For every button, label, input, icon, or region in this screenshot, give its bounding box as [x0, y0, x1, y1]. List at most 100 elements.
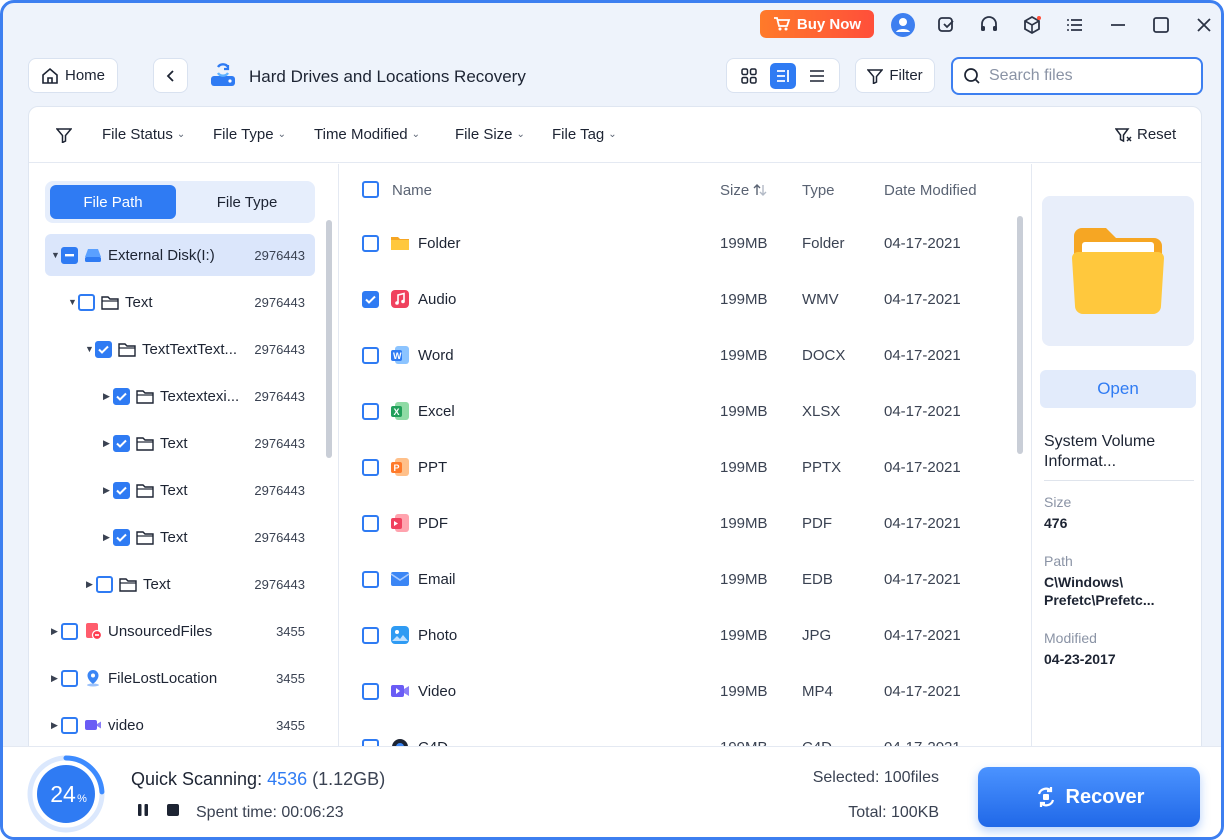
table-row[interactable]: P PPT 199MB PPTX 04-17-2021: [340, 440, 1030, 496]
preview-file-name: System Volume Informat...: [1044, 432, 1194, 481]
tree-scrollbar[interactable]: [326, 220, 332, 458]
tree-item-label: TextTextText...: [142, 340, 238, 358]
caret-right-icon[interactable]: ▶: [51, 626, 61, 637]
tree-item-video[interactable]: ▶ video 3455: [45, 704, 315, 746]
caret-right-icon[interactable]: ▶: [103, 391, 113, 402]
tree-item-unsourced-files[interactable]: ▶ UnsourcedFiles 3455: [45, 610, 315, 652]
caret-down-icon[interactable]: ▼: [68, 297, 78, 307]
location-pin-icon: [87, 670, 99, 687]
audio-icon: [391, 290, 409, 308]
table-row[interactable]: Video 199MB MP4 04-17-2021: [340, 664, 1030, 720]
page-title: Hard Drives and Locations Recovery: [249, 67, 526, 86]
table-row[interactable]: X Excel 199MB XLSX 04-17-2021: [340, 384, 1030, 440]
file-size: 199MB: [720, 459, 768, 476]
row-checkbox[interactable]: [362, 683, 379, 700]
reset-button[interactable]: Reset: [1115, 126, 1176, 143]
progress-percent: 24: [50, 781, 76, 807]
filter-funnel-icon: [56, 128, 72, 143]
account-icon[interactable]: [890, 12, 916, 38]
table-row[interactable]: PDF 199MB PDF 04-17-2021: [340, 496, 1030, 552]
search-input[interactable]: [989, 67, 1189, 85]
tab-file-path[interactable]: File Path: [50, 185, 176, 219]
tree-checkbox[interactable]: [61, 622, 78, 640]
select-all-checkbox[interactable]: [362, 181, 379, 198]
tree-item-external-disk[interactable]: ▼ External Disk(I:) 2976443: [45, 234, 315, 276]
column-name[interactable]: Name: [392, 182, 432, 199]
list-view-button[interactable]: [804, 63, 830, 89]
row-checkbox[interactable]: [362, 403, 379, 420]
column-type[interactable]: Type: [802, 182, 835, 199]
column-size[interactable]: Size: [720, 182, 767, 199]
caret-right-icon[interactable]: ▶: [51, 673, 61, 684]
tree-item-text[interactable]: ▼ Text 2976443: [45, 281, 315, 323]
table-row[interactable]: W Word 199MB DOCX 04-17-2021: [340, 328, 1030, 384]
row-checkbox[interactable]: [362, 515, 379, 532]
detail-view-button[interactable]: [770, 62, 796, 89]
close-icon[interactable]: [1191, 12, 1217, 38]
table-row[interactable]: Audio 199MB WMV 04-17-2021: [340, 272, 1030, 328]
tree-checkbox[interactable]: [61, 716, 78, 734]
row-checkbox[interactable]: [362, 459, 379, 476]
file-date: 04-17-2021: [884, 683, 961, 700]
caret-down-icon[interactable]: ▼: [85, 344, 95, 354]
file-tag-dropdown[interactable]: File Tag ⌄: [552, 126, 617, 143]
buy-now-button[interactable]: Buy Now: [760, 10, 874, 38]
headset-icon[interactable]: [976, 12, 1002, 38]
selected-count: Selected: 100files: [812, 769, 939, 786]
back-button[interactable]: [153, 58, 188, 93]
caret-right-icon[interactable]: ▶: [103, 532, 113, 543]
caret-right-icon[interactable]: ▶: [103, 438, 113, 449]
row-checkbox[interactable]: [362, 627, 379, 644]
tree-item-text[interactable]: ▶ Text 2976443: [45, 469, 315, 511]
tree-item-count: 2976443: [254, 294, 305, 310]
caret-right-icon[interactable]: ▶: [86, 579, 96, 590]
tab-file-type[interactable]: File Type: [184, 185, 310, 219]
preview-size-label: Size: [1044, 494, 1072, 510]
table-row[interactable]: Folder 199MB Folder 04-17-2021: [340, 216, 1030, 272]
row-checkbox[interactable]: [362, 291, 379, 308]
row-checkbox[interactable]: [362, 235, 379, 252]
tree-checkbox[interactable]: [61, 246, 78, 264]
list-scrollbar[interactable]: [1017, 216, 1023, 454]
filter-button[interactable]: Filter: [855, 58, 935, 93]
grid-view-button[interactable]: [736, 63, 762, 89]
caret-right-icon[interactable]: ▶: [103, 485, 113, 496]
stop-icon[interactable]: [166, 803, 180, 817]
tree-item-text[interactable]: ▶ Text 2976443: [45, 563, 315, 605]
row-checkbox[interactable]: [362, 571, 379, 588]
table-row[interactable]: Photo 199MB JPG 04-17-2021: [340, 608, 1030, 664]
feedback-icon[interactable]: [933, 12, 959, 38]
tree-item-texttexttext[interactable]: ▼ TextTextText... 2976443: [45, 328, 315, 370]
tree-item-text[interactable]: ▶ Text 2976443: [45, 422, 315, 464]
tree-checkbox[interactable]: [113, 528, 130, 546]
tree-checkbox[interactable]: [78, 293, 95, 311]
tree-checkbox[interactable]: [61, 669, 78, 687]
row-checkbox[interactable]: [362, 347, 379, 364]
tree-item-text[interactable]: ▶ Text 2976443: [45, 516, 315, 558]
caret-down-icon[interactable]: ▼: [51, 250, 61, 260]
tree-checkbox[interactable]: [113, 387, 130, 405]
tree-checkbox[interactable]: [113, 434, 130, 452]
menu-icon[interactable]: [1062, 12, 1088, 38]
caret-right-icon[interactable]: ▶: [51, 720, 61, 731]
tree-item-textextexi[interactable]: ▶ Textextexi... 2976443: [45, 375, 315, 417]
home-button[interactable]: Home: [28, 58, 118, 93]
open-button[interactable]: Open: [1040, 370, 1196, 408]
column-date-modified[interactable]: Date Modified: [884, 182, 977, 199]
tree-checkbox[interactable]: [96, 575, 113, 593]
maximize-icon[interactable]: [1148, 12, 1174, 38]
main-panel: File Status ⌄ File Type ⌄ Time Modified ⌄ F…: [28, 106, 1202, 787]
file-status-dropdown[interactable]: File Status ⌄: [102, 126, 185, 143]
tree-checkbox[interactable]: [113, 481, 130, 499]
pause-icon[interactable]: [136, 803, 150, 817]
cube-icon[interactable]: [1019, 12, 1045, 38]
tree-checkbox[interactable]: [95, 340, 112, 358]
tree-item-file-lost-location[interactable]: ▶ FileLostLocation 3455: [45, 657, 315, 699]
table-row[interactable]: Email 199MB EDB 04-17-2021: [340, 552, 1030, 608]
file-type-dropdown[interactable]: File Type ⌄: [213, 126, 286, 143]
scan-label: Quick Scanning:: [131, 769, 263, 789]
minimize-icon[interactable]: [1105, 12, 1131, 38]
time-modified-dropdown[interactable]: Time Modified ⌄: [314, 126, 420, 143]
recover-button[interactable]: Recover: [978, 767, 1200, 827]
file-size-dropdown[interactable]: File Size ⌄: [455, 126, 525, 143]
